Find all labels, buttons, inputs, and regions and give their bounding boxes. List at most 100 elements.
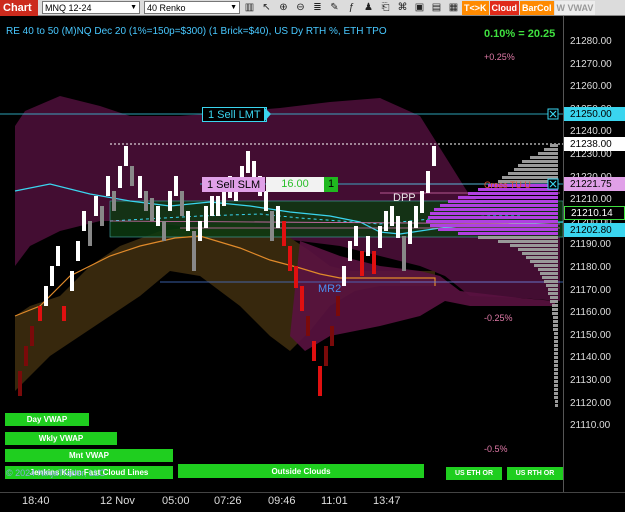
profile-bar	[458, 196, 558, 199]
renko-brick	[390, 206, 394, 226]
attach-icon[interactable]: ⌘	[395, 1, 410, 14]
profile-bar	[554, 376, 558, 379]
renko-brick	[24, 346, 28, 366]
renko-brick	[70, 271, 74, 291]
price-tick: 21110.00	[570, 420, 611, 432]
profile-bar	[468, 192, 558, 195]
lock-icon[interactable]: ▤	[429, 1, 444, 14]
us-rth-or-button[interactable]: US RTH OR	[507, 467, 563, 480]
chart-trader-icon[interactable]: ▦	[446, 1, 461, 14]
cursor-icon[interactable]: ↖	[259, 1, 274, 14]
instrument-value: MNQ 12-24	[45, 2, 92, 13]
instrument-selector[interactable]: MNQ 12-24 ▼	[42, 1, 140, 14]
profile-bar	[508, 172, 558, 175]
price-tick: 21270.00	[570, 58, 612, 70]
sell-lmt-order[interactable]: 1 Sell LMT	[202, 107, 267, 122]
sell-slm-price[interactable]: 16.00	[266, 177, 324, 192]
profile-bar	[426, 220, 558, 223]
renko-brick	[414, 206, 418, 228]
close-slm-icon[interactable]	[547, 178, 559, 190]
renko-brick	[138, 176, 142, 198]
zoom-out-icon[interactable]: ⊖	[293, 1, 308, 14]
sell-slm-qty[interactable]: 1	[324, 177, 338, 192]
profile-bar	[552, 308, 558, 311]
renko-brick	[44, 286, 48, 306]
renko-brick	[198, 221, 202, 241]
renko-brick	[156, 206, 160, 226]
renko-brick	[300, 286, 304, 311]
wkly-vwap-button[interactable]: Wkly VWAP	[5, 432, 117, 445]
outside-clouds-button[interactable]: Outside Clouds	[178, 464, 424, 478]
sell-slm-order[interactable]: 1 Sell SLM	[202, 177, 266, 192]
profile-bar	[534, 264, 558, 267]
profile-bar	[554, 336, 558, 339]
renko-brick	[342, 266, 346, 286]
profile-bar	[552, 312, 558, 315]
cloud-toggle-button[interactable]: Cloud	[489, 0, 520, 15]
profile-bar	[554, 372, 558, 375]
close-lmt-icon[interactable]	[547, 108, 559, 120]
chart-window: Chart MNQ 12-24 ▼ 40 Renko ▼ ▥ ↖ ⊕ ⊖ ≣ ✎…	[0, 0, 625, 512]
indicators-icon[interactable]: ƒ	[344, 1, 359, 14]
chart-tab[interactable]: Chart	[0, 0, 38, 16]
renko-brick	[348, 241, 352, 261]
profile-bar	[554, 340, 558, 343]
chart-plot-area[interactable]: RE 40 to 50 (M)NQ Dec 20 (1%=150p=$300) …	[0, 16, 563, 492]
mnt-vwap-button[interactable]: Mnt VWAP	[5, 449, 173, 462]
strategy-icon[interactable]: ♟	[361, 1, 376, 14]
bar-type-selector[interactable]: 40 Renko ▼	[144, 1, 240, 14]
us-eth-or-button[interactable]: US ETH OR	[446, 467, 502, 480]
pct-plus-label: +0.25%	[484, 52, 515, 62]
time-axis[interactable]: 18:40 12 Nov 05:00 07:26 09:46 11:01 13:…	[0, 492, 625, 512]
renko-brick	[306, 316, 310, 336]
renko-brick	[366, 236, 370, 256]
chevron-down-icon: ▼	[230, 4, 237, 11]
tk-toggle-button[interactable]: T<>K	[462, 0, 489, 15]
vwap-toggle-button[interactable]: W VWAV	[554, 0, 596, 15]
renko-brick	[150, 198, 154, 221]
pct-badge: 0.10% = 20.25	[484, 28, 556, 40]
renko-brick	[130, 166, 134, 186]
day-vwap-button[interactable]: Day VWAP	[5, 413, 89, 426]
renko-brick	[82, 211, 86, 231]
profile-bar	[530, 156, 558, 159]
profile-bar	[530, 260, 558, 263]
profile-bar	[542, 276, 558, 279]
price-axis[interactable]: 21280.00 21270.00 21260.00 21250.00 21240.00…	[563, 16, 625, 492]
cross-label: Cross TU U	[484, 180, 531, 190]
properties-icon[interactable]: ≣	[310, 1, 325, 14]
snapshot-icon[interactable]: ▣	[412, 1, 427, 14]
blue-price-badge: 21202.80	[564, 223, 625, 237]
renko-brick	[360, 251, 364, 276]
price-tick: 21150.00	[570, 329, 611, 341]
last-price-badge: 21238.00	[564, 137, 625, 151]
renko-brick	[426, 171, 430, 193]
profile-bar	[554, 344, 558, 347]
templates-icon[interactable]: ⎗	[378, 1, 393, 14]
profile-bar	[554, 384, 558, 387]
renko-brick	[62, 306, 66, 321]
renko-brick	[336, 296, 340, 316]
renko-brick	[18, 371, 22, 396]
sell-slm-label: 1 Sell SLM	[207, 178, 261, 191]
renko-brick	[330, 326, 334, 346]
barcol-toggle-button[interactable]: BarCol	[520, 0, 554, 15]
profile-bar	[554, 368, 558, 371]
zoom-in-icon[interactable]: ⊕	[276, 1, 291, 14]
renko-brick	[276, 206, 280, 228]
renko-brick	[180, 191, 184, 216]
price-tick: 21160.00	[570, 307, 611, 319]
renko-brick	[38, 306, 42, 321]
profile-bar	[548, 292, 558, 295]
renko-brick	[174, 176, 178, 196]
profile-bar	[552, 304, 558, 307]
bar-style-icon[interactable]: ▥	[242, 1, 257, 14]
drawing-tool-icon[interactable]: ✎	[327, 1, 342, 14]
profile-bar	[526, 256, 558, 259]
vwap-price-badge: 21210.14	[564, 206, 625, 220]
renko-brick	[318, 366, 322, 396]
chart-title: RE 40 to 50 (M)NQ Dec 20 (1%=150p=$300) …	[6, 26, 387, 37]
time-tick: 12 Nov	[100, 495, 135, 507]
slm-price-badge: 21221.75	[564, 177, 625, 191]
sell-lmt-label: 1 Sell LMT	[208, 108, 261, 121]
